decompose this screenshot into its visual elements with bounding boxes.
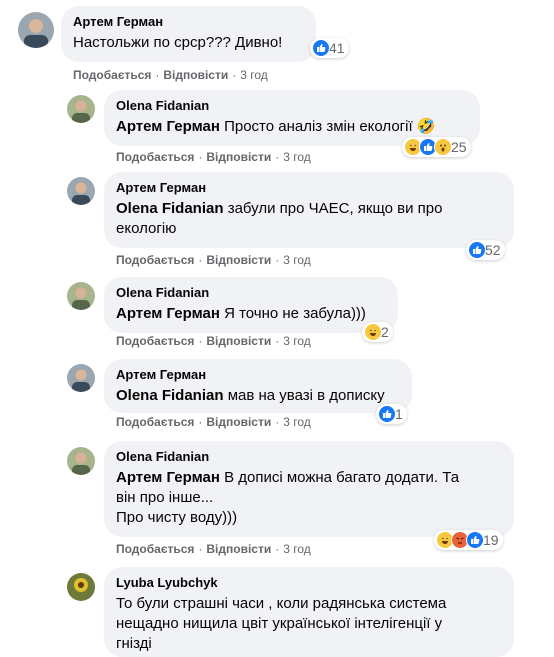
like-button[interactable]: Подобається: [116, 541, 194, 557]
avatar[interactable]: [67, 573, 95, 601]
comment-bubble: Lyuba Lyubchyk То були страшні часи , ко…: [104, 567, 514, 657]
reactions-summary[interactable]: 19: [434, 530, 503, 550]
comment-author[interactable]: Артем Герман: [116, 180, 502, 196]
reactions-summary[interactable]: 2: [362, 322, 393, 342]
reactions-summary[interactable]: 41: [310, 38, 349, 58]
reactions-summary[interactable]: 25: [402, 137, 471, 157]
comment-author[interactable]: Артем Герман: [116, 367, 400, 383]
comment-body: мав на увазі в дописку: [227, 387, 385, 404]
like-button[interactable]: Подобається: [116, 414, 194, 430]
timestamp[interactable]: 3 год: [283, 541, 311, 557]
comment-text: Артем Герман В дописі можна багато додат…: [116, 468, 502, 528]
avatar[interactable]: [67, 177, 95, 205]
like-button[interactable]: Подобається: [116, 333, 194, 349]
reaction-count: 52: [485, 242, 501, 258]
avatar[interactable]: [67, 447, 95, 475]
mention-link[interactable]: Артем Герман: [116, 469, 220, 486]
comment-bubble: Olena Fidanian Артем Герман В дописі мож…: [104, 441, 514, 537]
comment-actions: Подобається · Відповісти · 3 год: [116, 414, 311, 430]
comment-body: Настольжи по срср??? Дивно!: [73, 34, 283, 51]
timestamp[interactable]: 3 год: [283, 252, 311, 268]
reaction-count: 2: [381, 324, 389, 340]
reply-button[interactable]: Відповісти: [163, 67, 228, 83]
reply-button[interactable]: Відповісти: [206, 149, 271, 165]
comment-text: Olena Fidanian мав на увазі в дописку: [116, 386, 400, 406]
avatar[interactable]: [67, 95, 95, 123]
reaction-count: 41: [329, 40, 345, 56]
like-icon: [378, 405, 396, 423]
comment-body: Просто аналіз змін екології 🤣: [224, 118, 436, 135]
comment-bubble: Olena Fidanian Артем Герман Я точно не з…: [104, 277, 398, 333]
like-button[interactable]: Подобається: [116, 252, 194, 268]
timestamp[interactable]: 3 год: [283, 414, 311, 430]
like-button[interactable]: Подобається: [73, 67, 151, 83]
like-icon: [466, 531, 484, 549]
reply-button[interactable]: Відповісти: [206, 252, 271, 268]
avatar[interactable]: [18, 12, 54, 48]
avatar[interactable]: [67, 364, 95, 392]
mention-link[interactable]: Olena Fidanian: [116, 200, 224, 217]
comment-author[interactable]: Olena Fidanian: [116, 449, 502, 465]
comment-bubble: Артем Герман Olena Fidanian мав на увазі…: [104, 359, 412, 413]
reaction-count: 25: [451, 139, 467, 155]
mention-link[interactable]: Артем Герман: [116, 305, 220, 322]
haha-icon: [364, 323, 382, 341]
comment-text: Настольжи по срср??? Дивно!: [73, 33, 304, 53]
comment-body: Я точно не забула))): [224, 305, 366, 322]
like-button[interactable]: Подобається: [116, 149, 194, 165]
timestamp[interactable]: 3 год: [240, 67, 268, 83]
wow-icon: [434, 138, 452, 156]
reactions-summary[interactable]: 1: [376, 404, 407, 424]
comment-author[interactable]: Lyuba Lyubchyk: [116, 575, 502, 591]
reaction-count: 1: [395, 406, 403, 422]
comment-author[interactable]: Olena Fidanian: [116, 285, 386, 301]
comment-actions: Подобається · Відповісти · 3 год: [116, 252, 311, 268]
timestamp[interactable]: 3 год: [283, 149, 311, 165]
comment-text: Артем Герман Просто аналіз змін екології…: [116, 117, 468, 137]
comment-bubble: Артем Герман Olena Fidanian забули про Ч…: [104, 172, 514, 248]
reactions-summary[interactable]: 52: [466, 240, 505, 260]
like-icon: [312, 39, 330, 57]
avatar[interactable]: [67, 282, 95, 310]
like-icon: [468, 241, 486, 259]
comment-text: То були страшні часи , коли радянська си…: [116, 594, 502, 654]
mention-link[interactable]: Артем Герман: [116, 118, 220, 135]
comment-bubble: Артем Герман Настольжи по срср??? Дивно!: [61, 6, 316, 62]
comment-author[interactable]: Артем Герман: [73, 14, 304, 30]
comment-actions: Подобається · Відповісти · 3 год: [73, 67, 268, 83]
comment-body: То були страшні часи , коли радянська си…: [116, 595, 447, 652]
comment-actions: Подобається · Відповісти · 3 год: [116, 333, 311, 349]
comment-text: Olena Fidanian забули про ЧАЕС, якщо ви …: [116, 199, 502, 239]
comment-text: Артем Герман Я точно не забула))): [116, 304, 386, 324]
reply-button[interactable]: Відповісти: [206, 333, 271, 349]
comment-actions: Подобається · Відповісти · 3 год: [116, 541, 311, 557]
mention-link[interactable]: Olena Fidanian: [116, 387, 224, 404]
reply-button[interactable]: Відповісти: [206, 414, 271, 430]
reaction-count: 19: [483, 532, 499, 548]
timestamp[interactable]: 3 год: [283, 333, 311, 349]
comment-author[interactable]: Olena Fidanian: [116, 98, 468, 114]
comment-actions: Подобається · Відповісти · 3 год: [116, 149, 311, 165]
reply-button[interactable]: Відповісти: [206, 541, 271, 557]
